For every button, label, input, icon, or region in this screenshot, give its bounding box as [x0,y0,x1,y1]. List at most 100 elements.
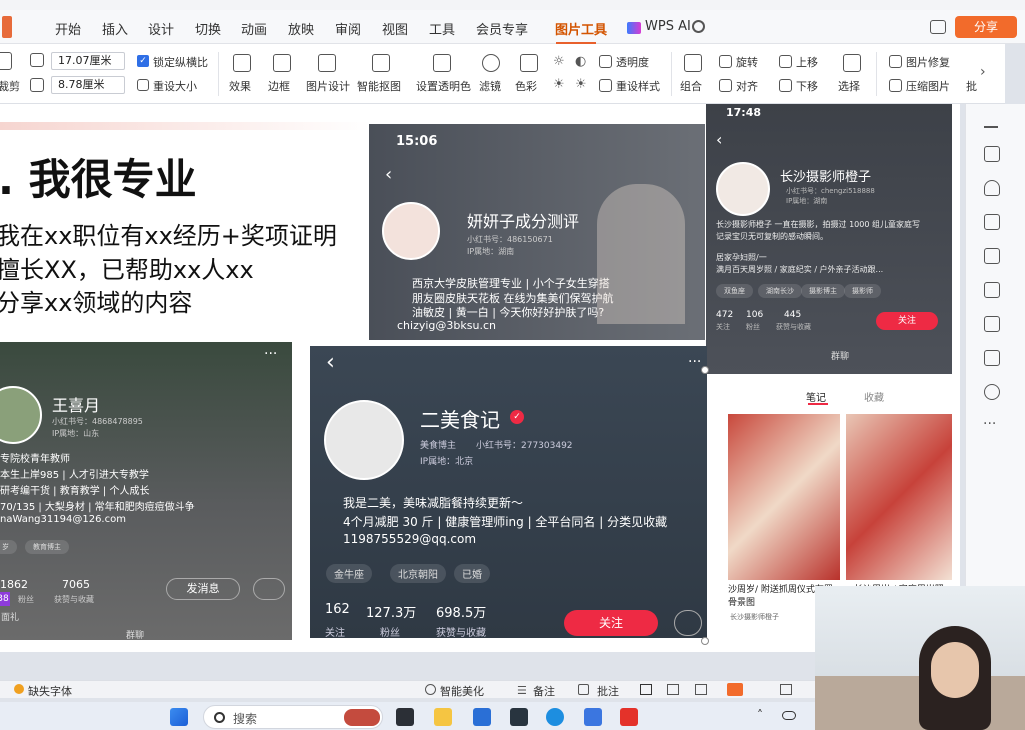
smart-beautify-button[interactable]: 智能美化 [440,683,484,699]
more-icon[interactable]: ··· [264,346,277,362]
border-icon[interactable] [273,54,291,72]
align-button[interactable]: 对齐 [736,78,758,94]
selection-handle[interactable] [701,366,709,374]
group-chat-label[interactable]: 群聊 [126,628,144,640]
search-input[interactable]: 搜索 [203,705,383,729]
wps-icon[interactable] [620,708,638,726]
help-icon[interactable] [984,384,1000,400]
cloud-icon[interactable] [782,711,796,720]
lock-ratio-checkbox[interactable]: ✓ [137,55,149,67]
more-icon[interactable]: ··· [688,354,701,370]
chevron-up-icon[interactable]: ˄ [757,708,763,722]
crop-label[interactable]: 裁剪 [0,78,20,94]
normal-view-icon[interactable] [640,684,652,695]
border-button[interactable]: 边框 [268,78,290,94]
share-button[interactable]: 分享 [955,16,1017,38]
chat-icon[interactable] [674,610,702,636]
play-icon[interactable] [727,683,743,696]
color-button[interactable]: 色彩 [515,78,537,94]
notes-button[interactable]: 备注 [533,683,555,699]
filter-icon[interactable] [482,54,500,72]
reading-view-icon[interactable] [695,684,707,695]
brush-icon[interactable] [984,248,1000,264]
chevron-right-icon[interactable]: › [980,64,986,80]
contrast-icon[interactable]: ◐ [575,54,586,69]
shirt-icon[interactable] [984,350,1000,366]
back-icon[interactable]: ‹ [326,350,335,375]
picture-design-icon[interactable] [318,54,336,72]
copy-icon[interactable] [984,214,1000,230]
windows-start-icon[interactable] [170,708,188,726]
message-button[interactable]: 发消息 [166,578,240,600]
missing-font-button[interactable]: 缺失字体 [28,683,72,699]
reset-style-button[interactable]: 重设样式 [616,78,660,94]
back-icon[interactable]: ‹ [385,164,392,185]
tab-animation[interactable]: 动画 [241,19,267,38]
profile-screenshot-3[interactable]: ··· 王喜月 小红书号：4868478895 IP属地：山东 专院校青年教师 … [0,342,292,640]
set-transparent-button[interactable]: 设置透明色 [416,78,471,94]
app-icon[interactable] [510,708,528,726]
tab-tools[interactable]: 工具 [429,19,455,38]
combine-button[interactable]: 组合 [680,78,702,94]
brightness-down-icon[interactable]: ☀ [553,77,565,92]
follow-button[interactable]: 关注 [564,610,658,636]
more-icon[interactable]: ··· [983,416,996,432]
edge-icon[interactable] [546,708,564,726]
slide-text-line[interactable]: 我在xx职位有xx经历+奖项证明 [0,216,337,251]
effects-icon[interactable] [233,54,251,72]
profile-screenshot-4[interactable]: ‹ ··· 二美食记 ✓ 美食博主 小红书号：277303492 IP属地：北京… [310,346,707,638]
tab-notes[interactable]: 笔记 [806,389,826,404]
set-transparent-icon[interactable] [433,54,451,72]
tab-member[interactable]: 会员专享 [476,19,528,38]
height-input[interactable]: 8.78厘米 [51,76,125,94]
select-button[interactable]: 选择 [838,78,860,94]
slide-text-line[interactable]: 分享xx领域的内容 [0,283,192,318]
back-icon[interactable]: ‹ [716,130,722,149]
move-up-button[interactable]: 上移 [796,54,818,70]
tab-design[interactable]: 设计 [148,19,174,38]
fit-window-icon[interactable] [780,684,792,695]
post-thumbnail[interactable] [846,414,952,580]
reset-size-button[interactable]: 重设大小 [153,78,197,94]
tab-slideshow[interactable]: 放映 [288,19,314,38]
cloud-upload-icon[interactable] [930,20,946,34]
tab-collect[interactable]: 收藏 [864,389,884,404]
tab-review[interactable]: 审阅 [335,19,361,38]
batch-button[interactable]: 批 [966,78,977,94]
store-icon[interactable] [473,708,491,726]
magic-icon[interactable] [984,282,1000,298]
tab-view[interactable]: 视图 [382,19,408,38]
follow-button[interactable]: 关注 [876,312,938,330]
task-view-icon[interactable] [396,708,414,726]
picture-repair-button[interactable]: 图片修复 [906,54,950,70]
move-down-button[interactable]: 下移 [796,78,818,94]
effects-button[interactable]: 效果 [229,78,251,94]
color-icon[interactable] [520,54,538,72]
tab-picture-tools[interactable]: 图片工具 [555,19,607,38]
search-icon[interactable] [692,20,705,33]
profile-screenshot-2[interactable]: 17:48 ‹ 长沙摄影师橙子 小红书号：chengzi518888 IP属地：… [706,104,952,652]
comments-button[interactable]: 批注 [597,683,619,699]
add-friend-icon[interactable] [253,578,285,600]
app-icon[interactable] [584,708,602,726]
grid-view-icon[interactable] [667,684,679,695]
smart-cutout-icon[interactable] [372,54,390,72]
rotate-button[interactable]: 旋转 [736,54,758,70]
contrast-down-icon[interactable]: ☀ [575,77,587,92]
tab-home[interactable]: 开始 [55,19,81,38]
slide-heading[interactable]: . 我很专业 [0,146,197,207]
profile-screenshot-1[interactable]: 15:06 ‹ 妍妍子成分测评 小红书号：486150671 IP属地：湖南 西… [369,124,705,340]
settings-icon[interactable] [984,146,1000,162]
brightness-icon[interactable]: ☼ [553,54,565,69]
combine-icon[interactable] [684,54,702,72]
selection-handle[interactable] [701,637,709,645]
select-icon[interactable] [843,54,861,72]
slide-text-line[interactable]: 擅长XX，已帮助xx人xx [0,250,254,285]
picture-design-button[interactable]: 图片设计 [306,78,350,94]
post-thumbnail[interactable] [728,414,840,580]
file-explorer-icon[interactable] [434,708,452,726]
tab-insert[interactable]: 插入 [102,19,128,38]
book-icon[interactable] [984,316,1000,332]
width-input[interactable]: 17.07厘米 [51,52,125,70]
collapse-icon[interactable] [984,126,998,128]
